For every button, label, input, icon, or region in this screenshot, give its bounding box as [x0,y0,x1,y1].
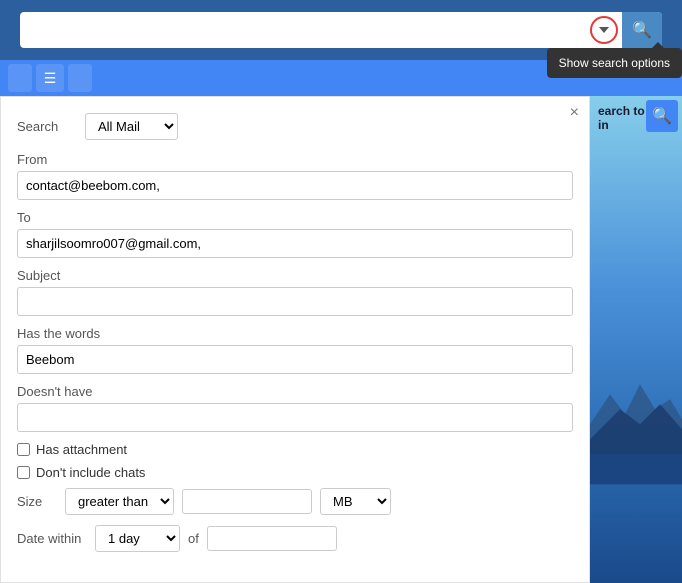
to-label: To [17,210,573,225]
close-icon: × [570,104,579,121]
has-words-label: Has the words [17,326,573,341]
subject-field-group: Subject [17,268,573,316]
size-row: Size greater than less than MB KB Bytes [17,488,573,515]
search-label: Search [17,119,77,134]
search-type-row: Search All Mail Inbox Sent Mail Drafts [17,113,573,140]
date-within-row: Date within 1 day 3 days 1 week 1 month … [17,525,573,552]
dont-include-chats-label: Don't include chats [36,465,145,480]
has-attachment-row: Has attachment [17,442,573,457]
dont-include-chats-checkbox[interactable] [17,466,30,479]
doesnt-have-input[interactable] [17,403,573,432]
nav-button-icon[interactable]: ☰ [36,64,64,92]
has-words-input[interactable] [17,345,573,374]
background-scenery [590,266,682,583]
to-field-group: To [17,210,573,258]
subject-label: Subject [17,268,573,283]
has-attachment-checkbox[interactable] [17,443,30,456]
search-input[interactable] [20,12,586,48]
has-words-field-group: Has the words [17,326,573,374]
search-icon: 🔍 [632,20,652,40]
nav-button-1[interactable] [8,64,32,92]
chevron-down-icon [599,27,609,33]
from-label: From [17,152,573,167]
size-label: Size [17,494,57,509]
doesnt-have-label: Doesn't have [17,384,573,399]
size-comparison-select[interactable]: greater than less than [65,488,174,515]
date-of-label: of [188,531,199,546]
from-input[interactable] [17,171,573,200]
has-attachment-label: Has attachment [36,442,127,457]
date-range-select[interactable]: 1 day 3 days 1 week 1 month [95,525,180,552]
from-field-group: From [17,152,573,200]
to-input[interactable] [17,229,573,258]
search-scope-select[interactable]: All Mail Inbox Sent Mail Drafts [85,113,178,140]
show-search-options-button[interactable] [586,12,622,48]
search-box: 🔍 [20,12,662,48]
main-content: × Search All Mail Inbox Sent Mail Drafts… [0,96,682,583]
tooltip-text: Show search options [559,56,670,70]
subject-input[interactable] [17,287,573,316]
size-unit-select[interactable]: MB KB Bytes [320,488,391,515]
date-value-input[interactable] [207,526,337,551]
date-within-label: Date within [17,531,87,546]
nav-button-2[interactable] [68,64,92,92]
doesnt-have-field-group: Doesn't have [17,384,573,432]
search-options-tooltip: Show search options [547,48,682,78]
size-value-input[interactable] [182,489,312,514]
right-search-button[interactable]: 🔍 [646,100,678,132]
right-panel: earch to look in 🔍 [590,96,682,583]
close-button[interactable]: × [570,105,579,121]
search-panel: × Search All Mail Inbox Sent Mail Drafts… [0,96,590,583]
right-panel-background: earch to look in 🔍 [590,96,682,583]
dropdown-circle [590,16,618,44]
dont-include-chats-row: Don't include chats [17,465,573,480]
top-bar: 🔍 Show search options [0,0,682,60]
right-search-icon: 🔍 [652,106,672,126]
